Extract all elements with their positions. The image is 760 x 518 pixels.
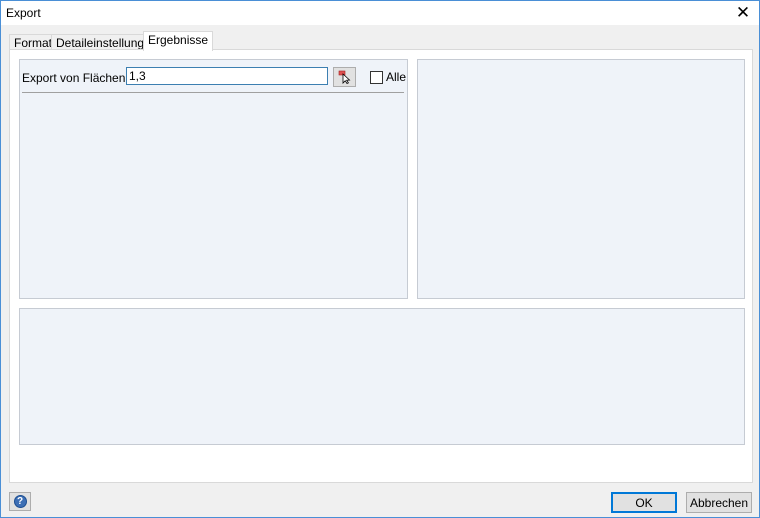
tab-ergebnisse-label: Ergebnisse xyxy=(148,33,209,47)
window-title: Export xyxy=(6,6,41,20)
ok-button[interactable]: OK xyxy=(611,492,677,513)
help-icon: ? xyxy=(13,495,27,508)
ok-button-label: OK xyxy=(635,495,653,510)
help-button[interactable]: ? xyxy=(9,492,31,511)
export-surfaces-input[interactable] xyxy=(126,67,328,85)
panel-divider xyxy=(22,92,404,93)
tab-page-ergebnisse: Export von Flächen Nr.: Alle xyxy=(9,49,753,483)
all-checkbox-label: Alle xyxy=(386,70,407,84)
close-button[interactable]: ✕ xyxy=(727,1,759,25)
close-icon: ✕ xyxy=(735,3,751,22)
title-bar: Export ✕ xyxy=(1,1,759,25)
preview-panel xyxy=(417,59,745,299)
export-dialog: Export ✕ Format Detaileinstellungen Erge… xyxy=(0,0,760,518)
pick-surfaces-button[interactable] xyxy=(333,67,356,87)
all-checkbox-group[interactable]: Alle xyxy=(370,70,406,84)
cancel-button[interactable]: Abbrechen xyxy=(686,492,752,513)
tab-ergebnisse[interactable]: Ergebnisse xyxy=(143,31,214,51)
all-checkbox[interactable] xyxy=(370,70,383,84)
details-panel xyxy=(19,308,745,445)
cancel-button-label: Abbrechen xyxy=(689,495,749,510)
tab-format-label: Format xyxy=(14,36,53,50)
surface-selection-panel: Export von Flächen Nr.: Alle xyxy=(19,59,408,299)
pointer-pick-icon xyxy=(338,70,350,84)
